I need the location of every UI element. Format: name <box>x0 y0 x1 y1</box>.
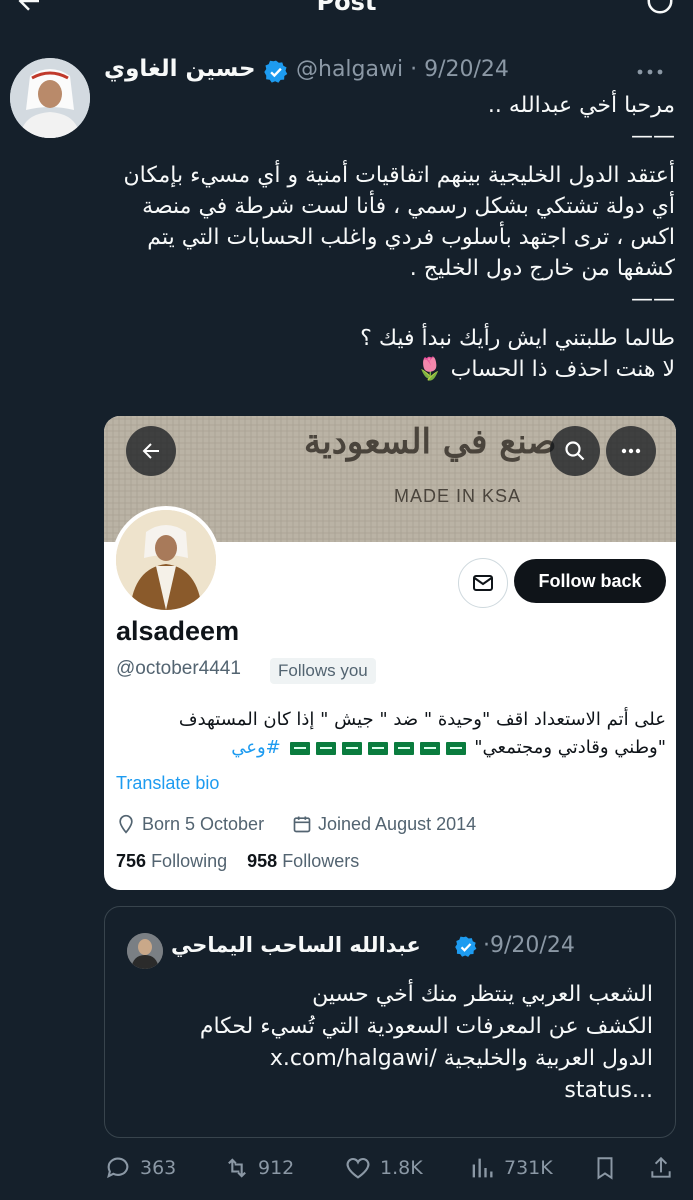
banner-made-in-text: MADE IN KSA <box>394 486 522 506</box>
saudi-flag-icon <box>445 741 466 755</box>
heart-icon <box>346 1157 370 1179</box>
views-count: 731K <box>504 1157 553 1179</box>
quote-text: الشعب العربي ينتظر منك أخي حسين الكشف عن… <box>199 982 653 1103</box>
joined-text: Joined August 2014 <box>318 814 477 834</box>
followers-label: Followers <box>282 851 360 871</box>
reply-icon <box>107 1157 129 1179</box>
profile-handle: @october4441 <box>116 658 241 679</box>
tweet-header: حسين الغاوي @halgawi · 9/20/24 <box>104 56 684 90</box>
handle-and-date: @halgawi · 9/20/24 <box>296 57 509 82</box>
profile-name: alsadeem <box>116 616 240 646</box>
quoted-tweet[interactable]: عبدالله الساحب اليماحي ·9/20/24 الشعب ال… <box>104 906 676 1138</box>
profile-avatar[interactable] <box>112 506 220 614</box>
follow-back-button[interactable]: Follow back <box>514 559 666 603</box>
like-button[interactable]: 1.8K <box>344 1154 444 1182</box>
repost-icon <box>228 1158 246 1178</box>
profile-meta: Born 5 October Joined August 2014 <box>116 812 666 836</box>
bio-line-2: "وطني وقادتي ومجتمعي" #وعي <box>116 734 666 762</box>
follows-you-badge: Follows you <box>270 658 376 684</box>
saudi-flag-icon <box>315 741 336 755</box>
bio-line-1: على أتم الاستعداد اقف "وحيدة " ضد " جيش … <box>178 709 666 730</box>
share-icon[interactable] <box>648 1154 674 1182</box>
tweet-text: مرحبا أخي عبدالله .. —— أعتقد الدول الخل… <box>105 90 676 385</box>
born-info: Born 5 October <box>116 812 286 836</box>
saudi-flag-icon <box>341 741 362 755</box>
followers-count: 958 <box>247 851 278 871</box>
location-pin-icon <box>119 814 133 834</box>
tweet-actions: 363 912 1.8K 731K <box>104 1148 676 1188</box>
saudi-flag-icon <box>419 741 440 755</box>
message-button[interactable] <box>458 558 508 608</box>
saudi-flag-icon <box>367 741 388 755</box>
verified-badge-icon <box>455 936 477 957</box>
tweet-paragraph-1: مرحبا أخي عبدالله .. —— <box>487 93 675 149</box>
author-handle[interactable]: @halgawi <box>296 57 403 82</box>
born-text: Born 5 October <box>142 814 265 834</box>
banner-arabic-text: صنع في السعودية <box>304 422 557 462</box>
translate-bio-link[interactable]: Translate bio <box>116 773 219 794</box>
bio-hashtag[interactable]: #وعي <box>231 737 281 758</box>
top-bar: Post <box>0 0 693 16</box>
page-title: Post <box>316 0 377 16</box>
like-count: 1.8K <box>380 1157 423 1179</box>
following-label: Following <box>151 851 228 871</box>
quote-author-avatar <box>127 933 163 969</box>
quote-author-name: عبدالله الساحب اليماحي <box>171 933 421 957</box>
reply-button[interactable]: 363 <box>104 1154 194 1182</box>
verified-badge-icon <box>264 60 288 83</box>
tweet-paragraph-3: طالما طلبتني ايش رأيك نبدأ فيك ؟ لا هنت … <box>360 326 675 382</box>
tweet-date[interactable]: 9/20/24 <box>424 57 509 82</box>
saudi-flag-icon <box>289 741 310 755</box>
views-chart-icon <box>472 1158 493 1178</box>
more-icon <box>621 448 641 454</box>
envelope-icon <box>473 575 493 591</box>
following-count: 756 <box>116 851 147 871</box>
joined-info: Joined August 2014 <box>292 812 512 836</box>
author-avatar[interactable] <box>10 58 90 138</box>
attached-profile-image[interactable]: صنع في السعودية MADE IN KSA Follow back … <box>104 416 676 890</box>
bookmark-icon[interactable] <box>592 1154 618 1182</box>
search-icon <box>565 441 585 461</box>
quote-date: ·9/20/24 <box>483 933 575 958</box>
calendar-icon <box>293 816 311 833</box>
profile-more-button[interactable] <box>606 426 656 476</box>
following-stat[interactable]: 756 Following <box>116 851 227 871</box>
saudi-flag-icon <box>393 741 414 755</box>
views-button[interactable]: 731K <box>468 1154 568 1182</box>
profile-stats: 756 Following 958 Followers <box>116 851 359 872</box>
profile-search-button[interactable] <box>550 426 600 476</box>
followers-stat[interactable]: 958 Followers <box>247 851 359 871</box>
profile-back-button[interactable] <box>126 426 176 476</box>
tweet-paragraph-2: أعتقد الدول الخليجية بينهم اتفاقيات أمني… <box>123 163 676 312</box>
reply-count: 363 <box>140 1157 177 1179</box>
back-arrow-icon <box>142 443 159 459</box>
quote-date-value: 9/20/24 <box>490 933 575 958</box>
repost-count: 912 <box>258 1157 295 1179</box>
bio-line-2-text: "وطني وقادتي ومجتمعي" <box>474 737 666 758</box>
repost-button[interactable]: 912 <box>222 1154 312 1182</box>
more-options-icon[interactable] <box>645 0 675 16</box>
more-icon[interactable] <box>634 64 666 80</box>
profile-bio: على أتم الاستعداد اقف "وحيدة " ضد " جيش … <box>116 706 666 762</box>
author-name[interactable]: حسين الغاوي <box>104 56 256 82</box>
